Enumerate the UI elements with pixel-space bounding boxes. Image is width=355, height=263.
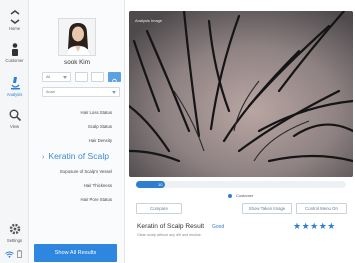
nav-home[interactable]: Home [0,10,29,31]
age-select-value: All [46,75,51,79]
person-icon [11,43,18,56]
avatar [58,18,96,56]
wifi-icon [5,251,14,258]
nav-rail: Home Customer Analysis View Settings [0,0,29,263]
nav-analysis[interactable]: Analysis [0,76,29,97]
compare-button[interactable]: Compare [136,203,182,214]
avatar-photo [59,19,95,55]
home-icon [10,10,19,24]
menu-keratin-of-scalp-label: Keratin of Scalp [48,151,110,161]
nav-view-label: View [9,124,19,129]
image-label: Analysis Image [135,18,163,23]
nav-customer[interactable]: Customer [0,42,29,63]
toggle-button-2[interactable] [91,72,104,82]
nav-view[interactable]: View [0,108,29,129]
toggle-button-3[interactable] [108,72,121,86]
region-select[interactable]: Anari [42,87,120,97]
female-icon [112,78,117,86]
progress-value: 10 [158,181,163,187]
nav-analysis-label: Analysis [6,92,23,97]
menu-scalp-status[interactable]: Scalp Status [29,124,125,129]
battery-icon [17,250,22,258]
menu-hair-thickness[interactable]: Hair Thickness [29,183,125,188]
show-taken-image-button[interactable]: Show Taken Image [242,203,292,214]
chevron-right-icon: › [42,154,45,161]
nav-settings[interactable]: Settings [0,222,29,243]
result-title: Keratin of Scalp Result [137,223,205,230]
control-menu-on-button[interactable]: Control Menu On [296,203,347,214]
nav-home-label: Home [8,26,21,31]
search-icon [9,109,21,122]
toggle-button-1[interactable] [75,72,88,82]
menu-keratin-of-scalp[interactable]: › Keratin of Scalp [29,151,125,161]
rating-stars: ★★★★★ [293,221,336,231]
customer-name: sook Kim [64,59,90,66]
customer-legend-label: Customer [236,193,254,198]
main-content: Analysis Image 10 Customer Compare Show … [126,0,355,263]
progress-bar[interactable]: 10 [136,181,346,188]
customer-legend-dot [228,194,232,198]
result-description: Clean scalp without any dirt and residue… [137,233,202,237]
region-select-value: Anari [46,90,55,94]
result-grade: Good [212,224,225,230]
menu-hair-pore-status[interactable]: Hair Pore Status [29,197,125,202]
nav-settings-label: Settings [6,238,23,243]
scalp-image [129,11,353,177]
gear-icon [9,223,20,235]
menu-exposure-of-scalps-vessel[interactable]: Exposure of Scalp's Vessel [29,169,125,174]
scalp-microscope-image [129,11,353,177]
age-select[interactable]: All [42,72,71,82]
menu-hair-loss-status[interactable]: Hair Loss Status [29,110,125,115]
show-all-results-button[interactable]: Show All Results [34,244,117,262]
nav-customer-label: Customer [5,58,24,63]
menu-hair-density[interactable]: Hair Density [29,138,125,143]
analysis-panel: sook Kim All Anari Hair Loss Status Scal… [29,0,125,263]
microscope-icon [10,77,20,90]
